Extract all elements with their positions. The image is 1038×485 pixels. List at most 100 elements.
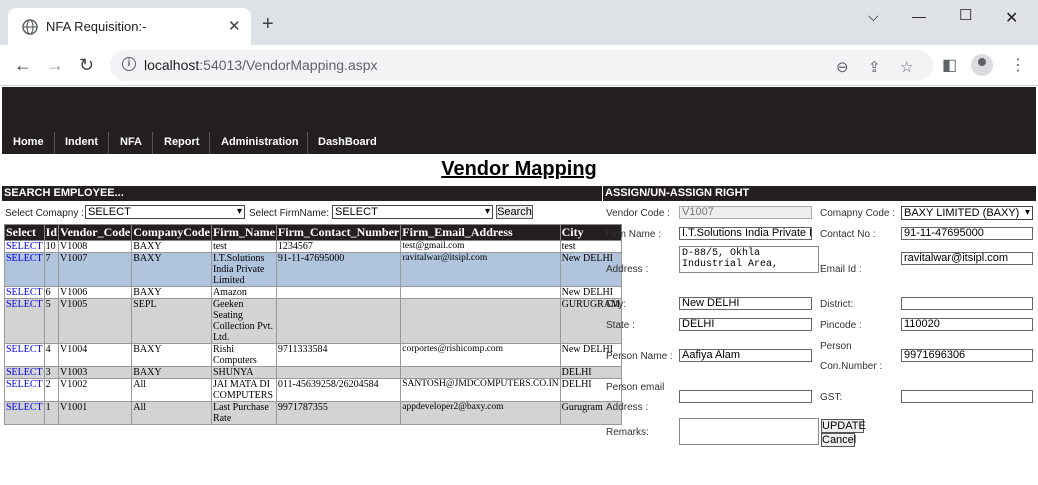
city-label: City: — [606, 299, 626, 310]
cell-select-link: SELECT — [4, 298, 45, 344]
select-link[interactable]: SELECT — [6, 299, 43, 310]
company-filter-label: Select Comapny : — [5, 208, 84, 219]
email-label: Email Id : — [820, 264, 862, 275]
col-id: Id — [43, 224, 60, 241]
reload-icon[interactable]: ↻ — [79, 55, 94, 75]
cell-row-id: 10 — [43, 240, 60, 253]
vendor-code-field[interactable]: V1007 — [679, 206, 812, 219]
globe-icon — [22, 19, 38, 35]
select-link[interactable]: SELECT — [6, 287, 43, 298]
share-icon[interactable]: ⇪ — [868, 58, 881, 76]
district-field[interactable] — [901, 297, 1033, 310]
state-field[interactable]: DELHI — [679, 318, 812, 331]
gst-label: GST: — [820, 392, 843, 403]
firm-filter-label: Select FirmName: — [249, 208, 330, 219]
select-link[interactable]: SELECT — [6, 379, 43, 390]
cell-row-company-code: BAXY — [131, 366, 212, 379]
menu-kebab-icon[interactable]: ⋮ — [1010, 55, 1026, 75]
tab-search-icon[interactable]: ⌵ — [868, 8, 879, 25]
cell-row-contact — [275, 298, 402, 344]
city-field[interactable]: New DELHI — [679, 297, 812, 310]
cell-row-email: SANTOSH@JMDCOMPUTERS.CO.IN — [400, 378, 561, 402]
cell-row-city: DELHI — [559, 366, 622, 379]
pincode-field[interactable]: 110020 — [901, 318, 1033, 331]
cell-row-id: 1 — [43, 401, 60, 425]
firm-name-field[interactable]: I.T.Solutions India Private Limited — [679, 227, 812, 240]
cell-row-vendor-code: V1003 — [58, 366, 133, 379]
cell-row-company-code: BAXY — [131, 343, 212, 367]
forward-icon[interactable]: → — [46, 55, 64, 75]
contact-field[interactable]: 91-11-47695000 — [901, 227, 1033, 240]
person-email-label-line1: Person email — [606, 382, 665, 393]
firm-filter-select[interactable]: SELECT — [332, 205, 493, 219]
table-row: SELECT 3 V1003 BAXY SHUNYA DELHI — [4, 366, 622, 379]
cell-row-firm-name: Last Purchase Rate — [210, 401, 277, 425]
menu-administration[interactable]: Administration — [221, 136, 299, 148]
menu-nfa[interactable]: NFA — [120, 136, 142, 148]
assign-section-header: ASSIGN/UN-ASSIGN RIGHT — [603, 186, 1036, 201]
cell-row-id: 2 — [43, 378, 60, 402]
bookmark-star-icon[interactable]: ☆ — [900, 58, 913, 76]
minimize-icon[interactable]: — — [912, 8, 926, 24]
person-email-field[interactable] — [679, 390, 812, 403]
cell-row-company-code: All — [131, 378, 212, 402]
cell-row-email: corportes@rishicomp.com — [400, 343, 561, 367]
remarks-textarea[interactable] — [679, 418, 819, 445]
table-row: SELECT 5 V1005 SEPL Geeken Seating Collectio… — [4, 298, 622, 344]
update-button[interactable]: UPDATE — [821, 419, 866, 433]
new-tab-icon[interactable]: + — [262, 14, 274, 34]
close-window-icon[interactable]: ✕ — [1005, 8, 1018, 28]
select-link[interactable]: SELECT — [6, 253, 43, 264]
address-label: Address : — [606, 264, 649, 275]
browser-tab[interactable]: NFA Requisition:- ✕ — [8, 8, 251, 45]
cell-row-firm-name: Geeken Seating Collection Pvt. Ltd. — [210, 298, 277, 344]
zoom-icon[interactable]: ⊖ — [836, 58, 849, 76]
address-textarea[interactable]: D-88/5, Okhla Industrial Area, — [679, 246, 819, 273]
header-banner — [2, 87, 1036, 132]
email-field[interactable]: ravitalwar@itsipl.com — [901, 252, 1033, 265]
person-email-label-line2: Address : — [606, 402, 649, 413]
col-vendor-code: Vendor_Code — [58, 224, 133, 241]
cell-row-contact: 91-11-47695000 — [275, 252, 402, 287]
state-label: State : — [606, 320, 635, 331]
select-link[interactable]: SELECT — [6, 367, 43, 378]
cell-row-id: 6 — [43, 286, 60, 299]
cell-row-company-code: BAXY — [131, 252, 212, 287]
person-contact-field[interactable]: 9971696306 — [901, 349, 1033, 362]
person-name-field[interactable]: Aafiya Alam — [679, 349, 812, 362]
cancel-button[interactable]: Cancel — [821, 433, 856, 447]
search-button[interactable]: Search — [496, 205, 533, 219]
company-filter-select[interactable]: SELECT — [85, 205, 245, 219]
cell-row-email: test@gmail.com — [400, 240, 561, 253]
address-bar[interactable]: i localhost:54013/VendorMapping.aspx ⊖ ⇪… — [110, 50, 933, 81]
table-row: SELECT 6 V1006 BAXY Amazon New DELHI — [4, 286, 622, 299]
cell-row-city: New DELHI — [559, 286, 622, 299]
side-panel-icon[interactable]: ◧ — [942, 55, 957, 75]
menu-home[interactable]: Home — [13, 136, 44, 148]
select-link[interactable]: SELECT — [6, 402, 43, 413]
close-tab-icon[interactable]: ✕ — [228, 17, 241, 35]
company-code-label: Comapny Code : — [820, 208, 896, 219]
table-row: SELECT 4 V1004 BAXY Rishi Computers 971133358… — [4, 343, 622, 367]
maximize-icon[interactable]: ☐ — [959, 6, 972, 24]
person-name-label: Person Name : — [606, 351, 673, 362]
person-con-label-line2: Con.Number : — [820, 361, 883, 372]
back-icon[interactable]: ← — [14, 55, 32, 75]
cell-select-link: SELECT — [4, 401, 45, 425]
vendor-grid: Select Id Vendor_Code CompanyCode Firm_N… — [4, 224, 622, 425]
cell-row-firm-name: I.T.Solutions India Private Limited — [210, 252, 277, 287]
cell-row-email: ravitalwar@itsipl.com — [400, 252, 561, 287]
gst-field[interactable] — [901, 390, 1033, 403]
menu-indent[interactable]: Indent — [65, 136, 98, 148]
select-link[interactable]: SELECT — [6, 344, 43, 355]
site-info-icon[interactable]: i — [122, 57, 136, 71]
cell-row-contact: 9971787355 — [275, 401, 402, 425]
company-code-select[interactable]: BAXY LIMITED (BAXY) — [901, 206, 1033, 220]
menu-report[interactable]: Report — [164, 136, 199, 148]
menu-dashboard[interactable]: DashBoard — [318, 136, 377, 148]
select-link[interactable]: SELECT — [6, 241, 43, 252]
contact-label: Contact No : — [820, 229, 876, 240]
page-title: Vendor Mapping — [441, 158, 597, 180]
profile-avatar[interactable] — [971, 54, 993, 76]
cell-row-company-code: SEPL — [131, 298, 212, 344]
